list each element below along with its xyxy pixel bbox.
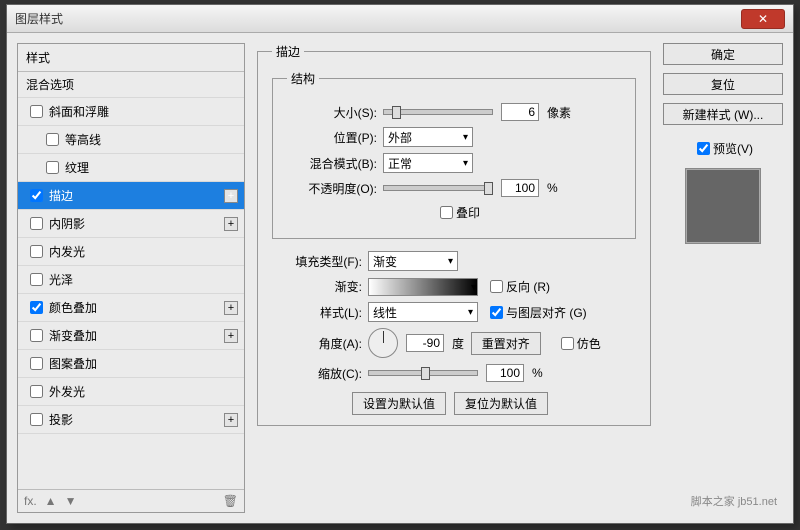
stroke-check[interactable] (30, 189, 43, 202)
title-text: 图层样式 (7, 10, 741, 27)
filltype-label: 填充类型(F): (272, 253, 362, 270)
color-overlay-check[interactable] (30, 301, 43, 314)
up-icon[interactable]: ▲ (45, 494, 57, 508)
watermark: 脚本之家 jb51.net (691, 493, 777, 509)
texture-item[interactable]: 纹理 (18, 154, 244, 182)
reset-align-button[interactable]: 重置对齐 (471, 332, 541, 355)
new-style-button[interactable]: 新建样式 (W)... (663, 103, 783, 125)
opacity-label: 不透明度(O): (287, 180, 377, 197)
layer-style-dialog: 图层样式 ✕ 样式 混合选项 斜面和浮雕 等高线 纹理 描边+ 内阴影+ 内发光… (6, 4, 794, 524)
right-panel: 确定 复位 新建样式 (W)... 预览(V) (663, 33, 793, 523)
titlebar: 图层样式 ✕ (7, 5, 793, 33)
size-slider[interactable] (383, 109, 493, 115)
gradient-label: 渐变: (272, 278, 362, 295)
satin-check[interactable] (30, 273, 43, 286)
gradient-picker[interactable]: ▾ (368, 278, 478, 296)
outer-glow-check[interactable] (30, 385, 43, 398)
size-label: 大小(S): (287, 104, 377, 121)
reset-default-button[interactable]: 复位为默认值 (454, 392, 548, 415)
pattern-overlay-item[interactable]: 图案叠加 (18, 350, 244, 378)
inner-glow-item[interactable]: 内发光 (18, 238, 244, 266)
scale-input[interactable] (486, 364, 524, 382)
opacity-slider[interactable] (383, 185, 493, 191)
blend-options-item[interactable]: 混合选项 (18, 72, 244, 98)
position-select[interactable]: 外部▾ (383, 127, 473, 147)
preview-thumbnail (685, 168, 761, 244)
position-label: 位置(P): (287, 129, 377, 146)
bevel-emboss-check[interactable] (30, 105, 43, 118)
sidebar-header-styles[interactable]: 样式 (18, 44, 244, 72)
angle-label: 角度(A): (272, 335, 362, 352)
inner-shadow-item[interactable]: 内阴影+ (18, 210, 244, 238)
reverse-check[interactable] (490, 280, 503, 293)
pattern-overlay-check[interactable] (30, 357, 43, 370)
size-input[interactable] (501, 103, 539, 121)
scale-label: 缩放(C): (272, 365, 362, 382)
gradient-overlay-add-icon[interactable]: + (224, 329, 238, 343)
opacity-input[interactable] (501, 179, 539, 197)
stroke-item[interactable]: 描边+ (18, 182, 244, 210)
contour-item[interactable]: 等高线 (18, 126, 244, 154)
down-icon[interactable]: ▼ (65, 494, 77, 508)
trash-icon[interactable]: 🗑 (223, 494, 238, 508)
settings-panel: 描边 结构 大小(S):像素 位置(P):外部▾ 混合模式(B):正常▾ 不透明… (245, 33, 663, 523)
close-button[interactable]: ✕ (741, 9, 785, 29)
inner-shadow-add-icon[interactable]: + (224, 217, 238, 231)
scale-slider[interactable] (368, 370, 478, 376)
structure-fieldset: 结构 大小(S):像素 位置(P):外部▾ 混合模式(B):正常▾ 不透明度(O… (272, 70, 636, 239)
structure-legend: 结构 (287, 70, 319, 87)
align-check[interactable] (490, 306, 503, 319)
gradstyle-select[interactable]: 线性▾ (368, 302, 478, 322)
inner-glow-check[interactable] (30, 245, 43, 258)
bevel-emboss-item[interactable]: 斜面和浮雕 (18, 98, 244, 126)
make-default-button[interactable]: 设置为默认值 (352, 392, 446, 415)
angle-dial[interactable] (368, 328, 398, 358)
inner-shadow-check[interactable] (30, 217, 43, 230)
preview-check[interactable] (697, 142, 710, 155)
sidebar-footer: fx. ▲ ▼ 🗑 (18, 489, 244, 512)
style-list-sidebar: 样式 混合选项 斜面和浮雕 等高线 纹理 描边+ 内阴影+ 内发光 光泽 颜色叠… (17, 43, 245, 513)
angle-input[interactable] (406, 334, 444, 352)
contour-check[interactable] (46, 133, 59, 146)
ok-button[interactable]: 确定 (663, 43, 783, 65)
color-overlay-add-icon[interactable]: + (224, 301, 238, 315)
stroke-legend: 描边 (272, 43, 304, 60)
blendmode-label: 混合模式(B): (287, 155, 377, 172)
drop-shadow-check[interactable] (30, 413, 43, 426)
drop-shadow-add-icon[interactable]: + (224, 413, 238, 427)
dither-check[interactable] (561, 337, 574, 350)
satin-item[interactable]: 光泽 (18, 266, 244, 294)
filltype-select[interactable]: 渐变▾ (368, 251, 458, 271)
color-overlay-item[interactable]: 颜色叠加+ (18, 294, 244, 322)
style-label: 样式(L): (272, 304, 362, 321)
outer-glow-item[interactable]: 外发光 (18, 378, 244, 406)
texture-check[interactable] (46, 161, 59, 174)
fx-icon[interactable]: fx. (24, 494, 37, 508)
stroke-fieldset: 描边 结构 大小(S):像素 位置(P):外部▾ 混合模式(B):正常▾ 不透明… (257, 43, 651, 426)
drop-shadow-item[interactable]: 投影+ (18, 406, 244, 434)
overprint-check[interactable] (440, 206, 453, 219)
gradient-overlay-check[interactable] (30, 329, 43, 342)
blendmode-select[interactable]: 正常▾ (383, 153, 473, 173)
gradient-overlay-item[interactable]: 渐变叠加+ (18, 322, 244, 350)
stroke-add-icon[interactable]: + (224, 189, 238, 203)
cancel-button[interactable]: 复位 (663, 73, 783, 95)
